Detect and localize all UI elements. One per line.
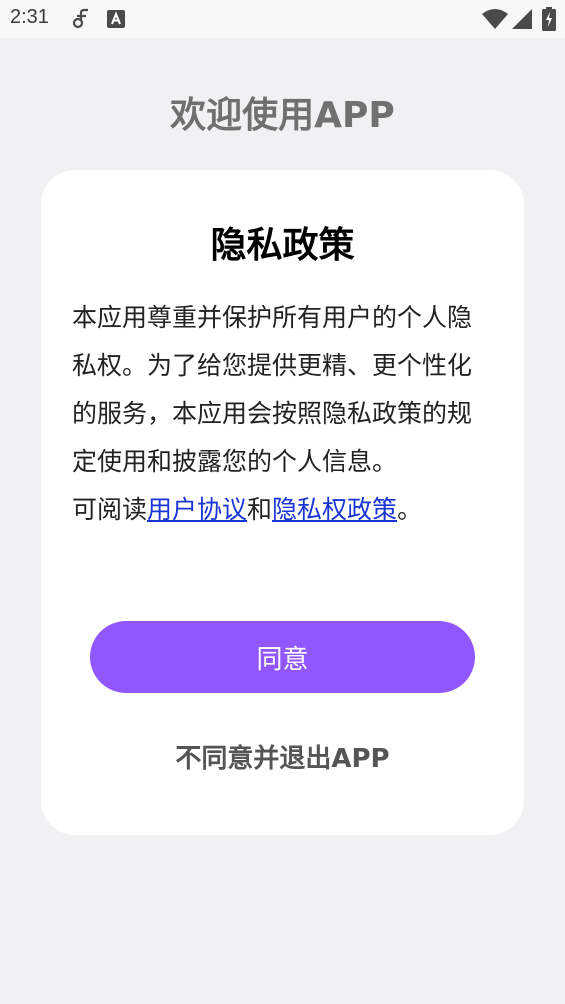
text-notification-icon [107,10,125,32]
user-agreement-link[interactable]: 用户协议 [147,495,247,524]
privacy-policy-link[interactable]: 隐私权政策 [272,495,397,524]
welcome-title: 欢迎使用APP [170,95,395,136]
signal-icon [512,9,532,33]
policy-body: 本应用尊重并保护所有用户的个人隐私权。为了给您提供更精、更个性化的服务，本应用会… [72,294,492,534]
period-text: 。 [397,495,423,524]
agree-button[interactable]: 同意 [90,621,475,693]
wifi-icon [482,9,508,33]
status-time: 2:31 [10,6,49,28]
battery-charging-icon [542,7,556,35]
conjunction-text: 和 [247,495,273,524]
status-bar: 2:31 [0,0,565,38]
disagree-exit-button[interactable]: 不同意并退出APP [41,738,524,775]
link-notification-icon [72,8,92,34]
policy-text: 本应用尊重并保护所有用户的个人隐私权。为了给您提供更精、更个性化的服务，本应用会… [72,303,473,476]
privacy-dialog: 隐私政策 本应用尊重并保护所有用户的个人隐私权。为了给您提供更精、更个性化的服务… [41,170,524,835]
dialog-title: 隐私政策 [210,225,355,266]
read-prefix: 可阅读 [72,495,148,524]
